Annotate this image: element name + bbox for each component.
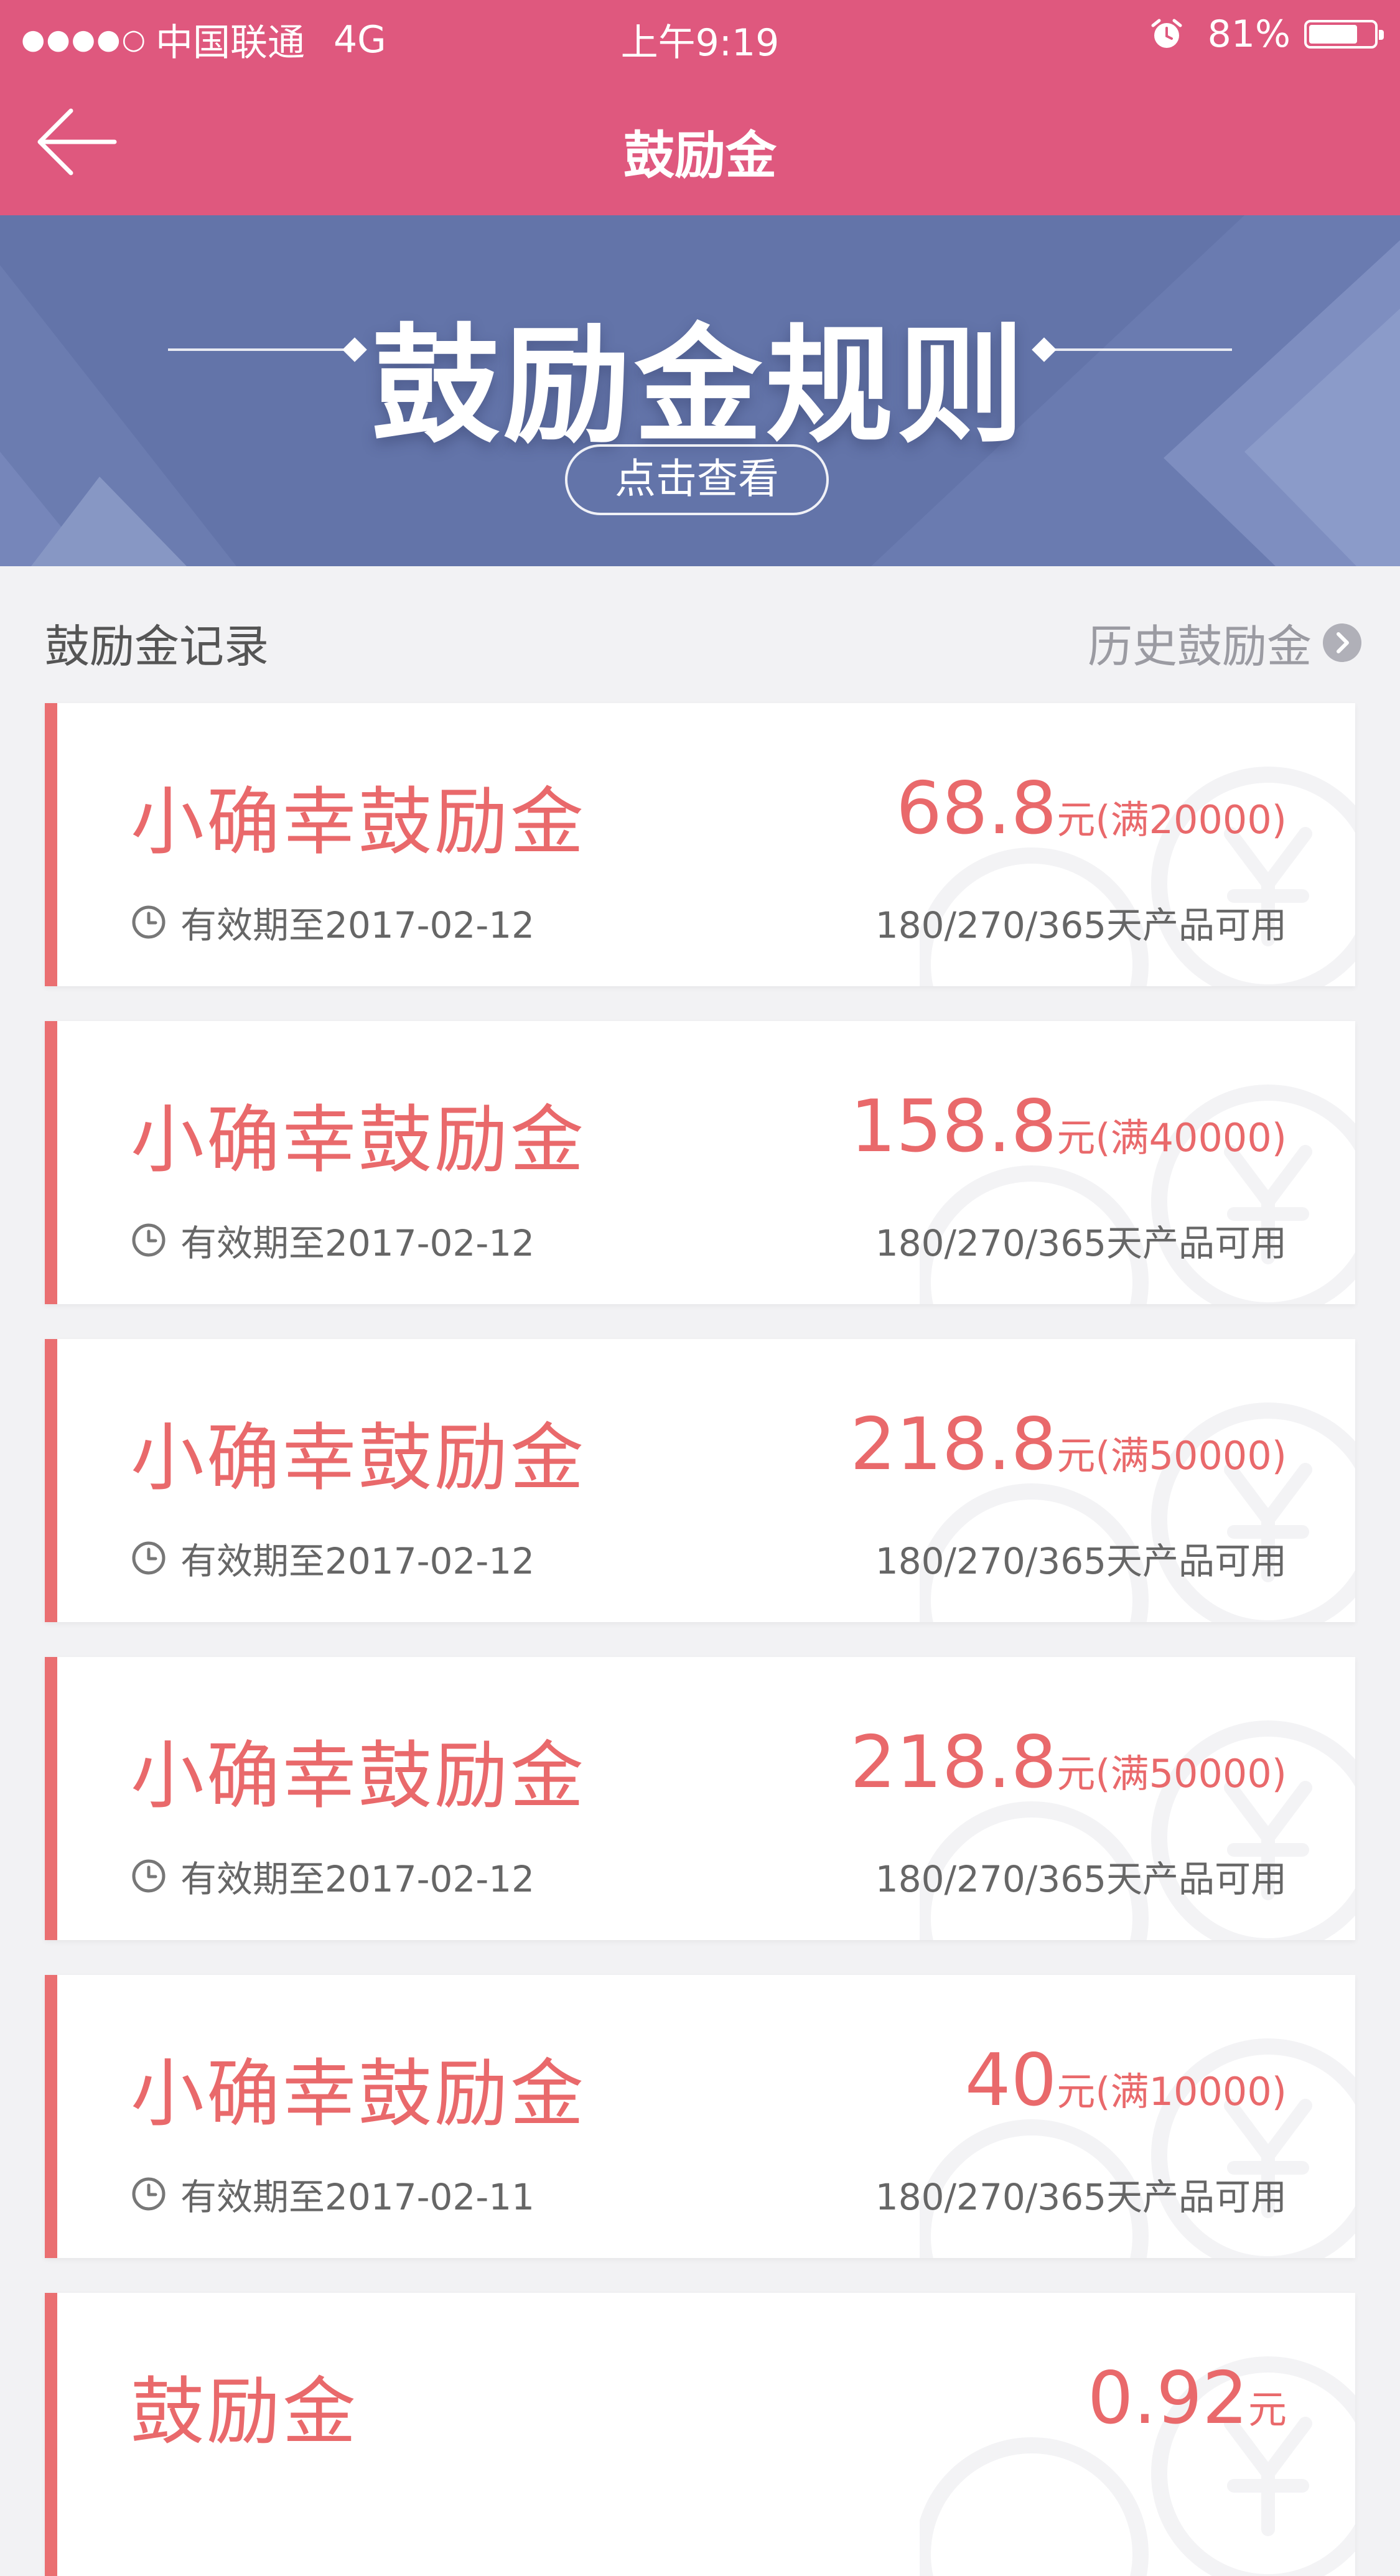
clock-icon [132,1223,166,1257]
card-accent-stripe [45,1657,57,1940]
coupon-amount: 0.92 [1087,2356,1248,2440]
coupon-amount-group: 218.8 元 (满50000) [850,1720,1287,1804]
coupon-card[interactable]: 小确幸鼓励金 218.8 元 (满50000) 有效期至2017-02-12 180… [45,1657,1355,1940]
coupon-name: 小确幸鼓励金 [131,779,587,865]
coupon-amount: 68.8 [896,767,1057,851]
coupon-unit: 元 [1248,2387,1287,2432]
coupon-availability: 180/270/365天产品可用 [875,904,1287,946]
coupon-unit: 元 [1057,1115,1096,1160]
coupon-condition: (满20000) [1095,797,1287,842]
coupon-name: 小确幸鼓励金 [131,2051,587,2137]
coupon-name: 小确幸鼓励金 [131,1415,587,1501]
chevron-right-icon [1323,623,1361,662]
coupon-expiry: 有效期至2017-02-12 [131,1214,534,1266]
coupon-unit: 元 [1057,2069,1096,2114]
clock-icon [132,1541,166,1575]
coupon-card[interactable]: 小确幸鼓励金 68.8 元 (满20000) 有效期至2017-02-12 180/… [45,703,1355,986]
coupon-name: 小确幸鼓励金 [131,1097,587,1183]
coupon-amount-group: 218.8 元 (满50000) [850,1402,1287,1486]
coupon-condition: (满40000) [1095,1115,1287,1160]
coupon-expiry-text: 有效期至2017-02-12 [180,1858,535,1900]
section-title: 鼓励金记录 [45,620,269,673]
coupon-card[interactable]: 鼓励金 0.92 元 [45,2293,1355,2576]
history-link-label: 历史鼓励金 [1087,620,1312,673]
coupon-card[interactable]: 小确幸鼓励金 218.8 元 (满50000) 有效期至2017-02-12 180… [45,1339,1355,1622]
coupon-availability: 180/270/365天产品可用 [875,1540,1287,1582]
rules-banner[interactable]: 鼓励金规则 点击查看 [0,215,1400,566]
alarm-clock-icon [1151,19,1182,48]
nav-bar: 鼓励金 [0,70,1400,215]
coupon-expiry: 有效期至2017-02-12 [131,896,534,948]
history-link[interactable]: 历史鼓励金 [1088,610,1363,675]
coupon-unit: 元 [1057,1433,1096,1478]
coupon-expiry-text: 有效期至2017-02-12 [180,1540,535,1582]
coupon-expiry: 有效期至2017-02-12 [131,1850,534,1902]
card-accent-stripe [45,2293,57,2576]
coupon-unit: 元 [1057,1751,1096,1796]
coupon-amount: 218.8 [850,1720,1057,1804]
coupon-expiry: 有效期至2017-02-12 [131,1532,534,1584]
coupon-name: 鼓励金 [131,2369,359,2455]
coupon-expiry-text: 有效期至2017-02-12 [180,904,535,946]
coupon-availability: 180/270/365天产品可用 [875,2176,1287,2218]
card-accent-stripe [45,703,57,986]
card-accent-stripe [45,1339,57,1622]
coupon-expiry-text: 有效期至2017-02-11 [180,2176,535,2218]
status-bar: ●●●●○ 中国联通 4G 上午9:19 81% [0,0,1400,70]
battery-percent: 81% [1207,12,1290,56]
coupon-amount-group: 158.8 元 (满40000) [850,1085,1287,1169]
coupon-availability: 180/270/365天产品可用 [875,1222,1287,1264]
banner-title: 鼓励金规则 [371,312,1029,460]
coupon-unit: 元 [1057,797,1096,842]
coupon-condition: (满50000) [1095,1433,1287,1478]
coupon-card[interactable]: 小确幸鼓励金 158.8 元 (满40000) 有效期至2017-02-12 180… [45,1021,1355,1304]
battery-nub [1379,30,1384,40]
battery-icon [1304,20,1384,49]
coupon-amount: 40 [964,2038,1057,2122]
coupon-amount-group: 0.92 元 [1088,2356,1287,2440]
coupon-amount-group: 40 元 (满10000) [965,2038,1287,2122]
coupon-amount: 218.8 [850,1402,1057,1486]
coupon-expiry: 有效期至2017-02-11 [131,2168,534,2220]
coupon-name: 小确幸鼓励金 [131,1733,587,1819]
status-right: 81% [1150,12,1384,56]
card-accent-stripe [45,1975,57,2258]
card-accent-stripe [45,1021,57,1304]
view-rules-button[interactable]: 点击查看 [565,444,829,515]
clock-icon [132,905,166,939]
coupon-amount-group: 68.8 元 (满20000) [896,767,1287,851]
coupon-expiry-text: 有效期至2017-02-12 [180,1222,535,1264]
page-title: 鼓励金 [623,126,777,185]
coupon-condition: (满10000) [1095,2069,1287,2114]
coupon-amount: 158.8 [850,1085,1057,1169]
clock-icon [132,2177,166,2211]
clock-icon [132,1859,166,1893]
coupon-availability: 180/270/365天产品可用 [875,1858,1287,1900]
coupon-condition: (满50000) [1095,1751,1287,1796]
battery-fill [1309,25,1358,44]
coupon-card[interactable]: 小确幸鼓励金 40 元 (满10000) 有效期至2017-02-11 180/27… [45,1975,1355,2258]
